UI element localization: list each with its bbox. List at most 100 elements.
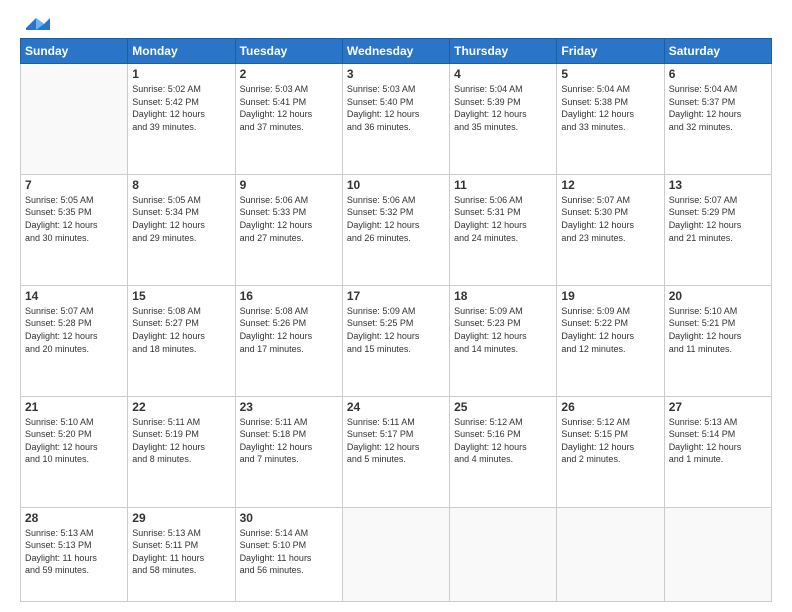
day-info: Sunrise: 5:11 AMSunset: 5:17 PMDaylight:…	[347, 416, 445, 466]
day-info: Sunrise: 5:06 AMSunset: 5:33 PMDaylight:…	[240, 194, 338, 244]
table-row: 20 Sunrise: 5:10 AMSunset: 5:21 PMDayligh…	[664, 285, 771, 396]
col-sunday: Sunday	[21, 39, 128, 64]
table-row: 13 Sunrise: 5:07 AMSunset: 5:29 PMDayligh…	[664, 174, 771, 285]
day-info: Sunrise: 5:07 AMSunset: 5:29 PMDaylight:…	[669, 194, 767, 244]
calendar-table: Sunday Monday Tuesday Wednesday Thursday…	[20, 38, 772, 602]
day-number: 25	[454, 400, 552, 414]
day-number: 17	[347, 289, 445, 303]
table-row: 4Sunrise: 5:04 AMSunset: 5:39 PMDaylight…	[450, 64, 557, 175]
table-row	[450, 507, 557, 602]
day-number: 22	[132, 400, 230, 414]
day-number: 18	[454, 289, 552, 303]
table-row: 6 Sunrise: 5:04 AMSunset: 5:37 PMDaylight…	[664, 64, 771, 175]
table-row: 25 Sunrise: 5:12 AMSunset: 5:16 PMDayligh…	[450, 396, 557, 507]
table-row	[342, 507, 449, 602]
day-number: 16	[240, 289, 338, 303]
day-number: 2	[240, 67, 338, 81]
day-number: 7	[25, 178, 123, 192]
table-row: 8 Sunrise: 5:05 AMSunset: 5:34 PMDaylight…	[128, 174, 235, 285]
table-row: 9 Sunrise: 5:06 AMSunset: 5:33 PMDaylight…	[235, 174, 342, 285]
table-row: 28 Sunrise: 5:13 AMSunset: 5:13 PMDayligh…	[21, 507, 128, 602]
table-row: 21 Sunrise: 5:10 AMSunset: 5:20 PMDayligh…	[21, 396, 128, 507]
day-info: Sunrise: 5:07 AMSunset: 5:30 PMDaylight:…	[561, 194, 659, 244]
day-number: 27	[669, 400, 767, 414]
day-info: Sunrise: 5:04 AMSunset: 5:39 PMDaylight:…	[454, 83, 552, 133]
table-row: 22 Sunrise: 5:11 AMSunset: 5:19 PMDayligh…	[128, 396, 235, 507]
col-friday: Friday	[557, 39, 664, 64]
day-number: 21	[25, 400, 123, 414]
table-row: 3 Sunrise: 5:03 AMSunset: 5:40 PMDaylight…	[342, 64, 449, 175]
table-row: 7 Sunrise: 5:05 AMSunset: 5:35 PMDaylight…	[21, 174, 128, 285]
table-row: 1Sunrise: 5:02 AMSunset: 5:42 PMDaylight…	[128, 64, 235, 175]
day-number: 28	[25, 511, 123, 525]
day-number: 19	[561, 289, 659, 303]
day-info: Sunrise: 5:03 AMSunset: 5:40 PMDaylight:…	[347, 83, 445, 133]
day-number: 24	[347, 400, 445, 414]
day-number: 20	[669, 289, 767, 303]
table-row: 11 Sunrise: 5:06 AMSunset: 5:31 PMDayligh…	[450, 174, 557, 285]
day-info: Sunrise: 5:09 AMSunset: 5:23 PMDaylight:…	[454, 305, 552, 355]
col-wednesday: Wednesday	[342, 39, 449, 64]
table-row: 16 Sunrise: 5:08 AMSunset: 5:26 PMDayligh…	[235, 285, 342, 396]
table-row: 15 Sunrise: 5:08 AMSunset: 5:27 PMDayligh…	[128, 285, 235, 396]
day-number: 23	[240, 400, 338, 414]
day-number: 3	[347, 67, 445, 81]
header	[20, 16, 772, 28]
day-info: Sunrise: 5:13 AMSunset: 5:14 PMDaylight:…	[669, 416, 767, 466]
day-info: Sunrise: 5:08 AMSunset: 5:27 PMDaylight:…	[132, 305, 230, 355]
table-row: 27 Sunrise: 5:13 AMSunset: 5:14 PMDayligh…	[664, 396, 771, 507]
day-info: Sunrise: 5:09 AMSunset: 5:25 PMDaylight:…	[347, 305, 445, 355]
logo-bird-icon	[22, 16, 50, 32]
day-info: Sunrise: 5:07 AMSunset: 5:28 PMDaylight:…	[25, 305, 123, 355]
table-row: 19 Sunrise: 5:09 AMSunset: 5:22 PMDayligh…	[557, 285, 664, 396]
day-number: 1	[132, 67, 230, 81]
day-info: Sunrise: 5:10 AMSunset: 5:20 PMDaylight:…	[25, 416, 123, 466]
table-row: 14 Sunrise: 5:07 AMSunset: 5:28 PMDayligh…	[21, 285, 128, 396]
col-thursday: Thursday	[450, 39, 557, 64]
day-number: 11	[454, 178, 552, 192]
table-row	[21, 64, 128, 175]
page: Sunday Monday Tuesday Wednesday Thursday…	[0, 0, 792, 612]
day-info: Sunrise: 5:10 AMSunset: 5:21 PMDaylight:…	[669, 305, 767, 355]
day-number: 8	[132, 178, 230, 192]
table-row: 2Sunrise: 5:03 AMSunset: 5:41 PMDaylight…	[235, 64, 342, 175]
table-row: 24 Sunrise: 5:11 AMSunset: 5:17 PMDayligh…	[342, 396, 449, 507]
table-row: 10Sunrise: 5:06 AMSunset: 5:32 PMDayligh…	[342, 174, 449, 285]
day-info: Sunrise: 5:04 AMSunset: 5:37 PMDaylight:…	[669, 83, 767, 133]
table-row	[664, 507, 771, 602]
day-info: Sunrise: 5:06 AMSunset: 5:32 PMDaylight:…	[347, 194, 445, 244]
day-info: Sunrise: 5:06 AMSunset: 5:31 PMDaylight:…	[454, 194, 552, 244]
day-number: 9	[240, 178, 338, 192]
day-info: Sunrise: 5:13 AMSunset: 5:11 PMDaylight:…	[132, 527, 230, 577]
day-number: 15	[132, 289, 230, 303]
day-info: Sunrise: 5:05 AMSunset: 5:35 PMDaylight:…	[25, 194, 123, 244]
table-row	[557, 507, 664, 602]
day-info: Sunrise: 5:13 AMSunset: 5:13 PMDaylight:…	[25, 527, 123, 577]
day-number: 30	[240, 511, 338, 525]
calendar-header-row: Sunday Monday Tuesday Wednesday Thursday…	[21, 39, 772, 64]
day-info: Sunrise: 5:12 AMSunset: 5:16 PMDaylight:…	[454, 416, 552, 466]
table-row: 12Sunrise: 5:07 AMSunset: 5:30 PMDayligh…	[557, 174, 664, 285]
table-row: 5 Sunrise: 5:04 AMSunset: 5:38 PMDaylight…	[557, 64, 664, 175]
day-number: 14	[25, 289, 123, 303]
day-info: Sunrise: 5:09 AMSunset: 5:22 PMDaylight:…	[561, 305, 659, 355]
day-info: Sunrise: 5:11 AMSunset: 5:18 PMDaylight:…	[240, 416, 338, 466]
table-row: 17 Sunrise: 5:09 AMSunset: 5:25 PMDayligh…	[342, 285, 449, 396]
logo	[20, 16, 50, 28]
col-tuesday: Tuesday	[235, 39, 342, 64]
table-row: 18 Sunrise: 5:09 AMSunset: 5:23 PMDayligh…	[450, 285, 557, 396]
table-row: 29Sunrise: 5:13 AMSunset: 5:11 PMDayligh…	[128, 507, 235, 602]
day-number: 5	[561, 67, 659, 81]
col-saturday: Saturday	[664, 39, 771, 64]
day-info: Sunrise: 5:14 AMSunset: 5:10 PMDaylight:…	[240, 527, 338, 577]
day-info: Sunrise: 5:11 AMSunset: 5:19 PMDaylight:…	[132, 416, 230, 466]
table-row: 26 Sunrise: 5:12 AMSunset: 5:15 PMDayligh…	[557, 396, 664, 507]
day-info: Sunrise: 5:12 AMSunset: 5:15 PMDaylight:…	[561, 416, 659, 466]
day-info: Sunrise: 5:05 AMSunset: 5:34 PMDaylight:…	[132, 194, 230, 244]
day-info: Sunrise: 5:08 AMSunset: 5:26 PMDaylight:…	[240, 305, 338, 355]
day-number: 6	[669, 67, 767, 81]
day-info: Sunrise: 5:04 AMSunset: 5:38 PMDaylight:…	[561, 83, 659, 133]
table-row: 23 Sunrise: 5:11 AMSunset: 5:18 PMDayligh…	[235, 396, 342, 507]
day-number: 26	[561, 400, 659, 414]
day-number: 13	[669, 178, 767, 192]
